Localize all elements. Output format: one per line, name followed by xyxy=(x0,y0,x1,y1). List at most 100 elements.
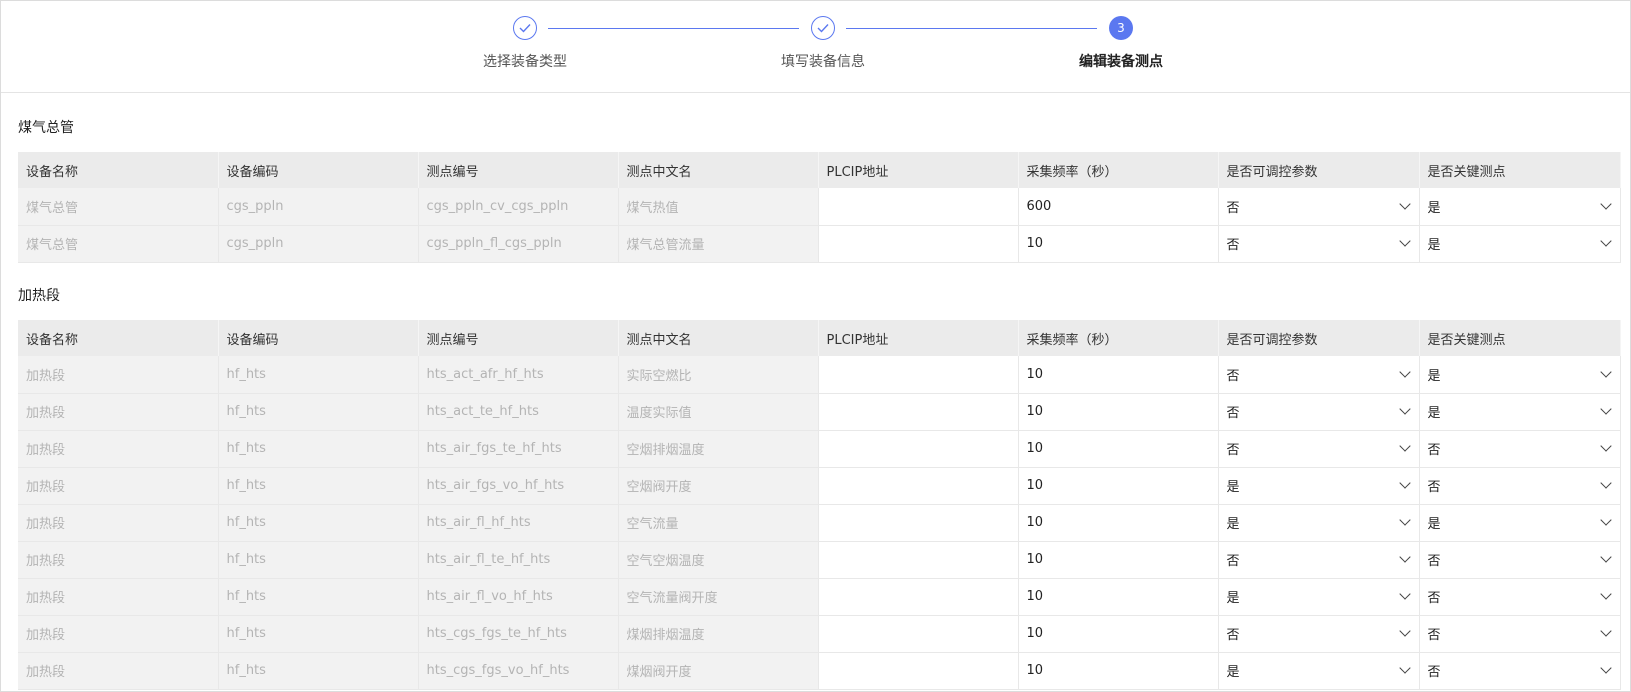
key-point-select[interactable]: 是 xyxy=(1419,393,1621,431)
plcip-input[interactable] xyxy=(818,356,1019,394)
select-control[interactable]: 否 xyxy=(1428,476,1620,495)
adjustable-select[interactable]: 是 xyxy=(1218,504,1420,542)
table-row: 加热段 hf_hts hts_cgs_fgs_te_hf_hts 煤烟排烟温度 10 否 否 xyxy=(18,615,1621,653)
select-value: 否 xyxy=(1226,368,1240,384)
chevron-down-icon[interactable] xyxy=(1599,514,1612,526)
key-point-select[interactable]: 否 xyxy=(1419,467,1621,505)
select-control[interactable]: 否 xyxy=(1227,624,1419,643)
chevron-down-icon[interactable] xyxy=(1398,551,1411,563)
plcip-input[interactable] xyxy=(818,225,1019,263)
select-control[interactable]: 是 xyxy=(1227,661,1419,680)
select-control[interactable]: 否 xyxy=(1227,365,1419,384)
select-control[interactable]: 是 xyxy=(1428,402,1620,421)
frequency-input[interactable]: 10 xyxy=(1018,504,1219,542)
adjustable-select[interactable]: 否 xyxy=(1218,430,1420,468)
select-control[interactable]: 否 xyxy=(1428,624,1620,643)
chevron-down-icon[interactable] xyxy=(1398,235,1411,247)
column-header: PLCIP地址 xyxy=(818,320,1019,356)
adjustable-select[interactable]: 是 xyxy=(1218,578,1420,616)
adjustable-select[interactable]: 是 xyxy=(1218,467,1420,505)
frequency-input[interactable]: 10 xyxy=(1018,356,1219,394)
frequency-input[interactable]: 10 xyxy=(1018,578,1219,616)
select-control[interactable]: 否 xyxy=(1428,439,1620,458)
points-table: 设备名称 设备编码 测点编号 测点中文名 PLCIP地址 采集频率（秒） 是否可调控参数 是否… xyxy=(18,320,1621,690)
frequency-input[interactable]: 10 xyxy=(1018,615,1219,653)
plcip-input[interactable] xyxy=(818,467,1019,505)
frequency-input[interactable]: 10 xyxy=(1018,652,1219,690)
key-point-select[interactable]: 是 xyxy=(1419,356,1621,394)
adjustable-select[interactable]: 是 xyxy=(1218,652,1420,690)
chevron-down-icon[interactable] xyxy=(1398,366,1411,378)
plcip-input[interactable] xyxy=(818,578,1019,616)
key-point-select[interactable]: 否 xyxy=(1419,652,1621,690)
chevron-down-icon[interactable] xyxy=(1599,198,1612,210)
key-point-select[interactable]: 是 xyxy=(1419,504,1621,542)
select-control[interactable]: 否 xyxy=(1227,439,1419,458)
frequency-input[interactable]: 600 xyxy=(1018,188,1219,226)
select-control[interactable]: 是 xyxy=(1227,587,1419,606)
select-control[interactable]: 否 xyxy=(1227,550,1419,569)
select-control[interactable]: 否 xyxy=(1227,197,1419,216)
adjustable-select[interactable]: 否 xyxy=(1218,393,1420,431)
chevron-down-icon[interactable] xyxy=(1599,366,1612,378)
table-row: 加热段 hf_hts hts_act_afr_hf_hts 实际空燃比 10 否 是 xyxy=(18,356,1621,394)
key-point-select[interactable]: 否 xyxy=(1419,430,1621,468)
adjustable-select[interactable]: 否 xyxy=(1218,615,1420,653)
chevron-down-icon[interactable] xyxy=(1398,440,1411,452)
plcip-input[interactable] xyxy=(818,430,1019,468)
plcip-input[interactable] xyxy=(818,504,1019,542)
adjustable-select[interactable]: 否 xyxy=(1218,541,1420,579)
key-point-select[interactable]: 是 xyxy=(1419,225,1621,263)
key-point-select[interactable]: 否 xyxy=(1419,615,1621,653)
adjustable-select[interactable]: 否 xyxy=(1218,356,1420,394)
chevron-down-icon[interactable] xyxy=(1398,198,1411,210)
select-control[interactable]: 否 xyxy=(1227,234,1419,253)
plcip-input[interactable] xyxy=(818,615,1019,653)
adjustable-select[interactable]: 否 xyxy=(1218,188,1420,226)
select-control[interactable]: 是 xyxy=(1428,197,1620,216)
frequency-input[interactable]: 10 xyxy=(1018,467,1219,505)
plcip-input[interactable] xyxy=(818,541,1019,579)
key-point-select[interactable]: 否 xyxy=(1419,541,1621,579)
select-control[interactable]: 否 xyxy=(1428,587,1620,606)
plcip-input[interactable] xyxy=(818,393,1019,431)
chevron-down-icon[interactable] xyxy=(1398,588,1411,600)
table-row: 煤气总管 cgs_ppln cgs_ppln_fl_cgs_ppln 煤气总管流量 10… xyxy=(18,225,1621,263)
chevron-down-icon[interactable] xyxy=(1599,588,1612,600)
device-name-cell: 加热段 xyxy=(18,578,219,616)
select-control[interactable]: 是 xyxy=(1227,476,1419,495)
select-control[interactable]: 否 xyxy=(1227,402,1419,421)
frequency-input[interactable]: 10 xyxy=(1018,430,1219,468)
select-control[interactable]: 是 xyxy=(1227,513,1419,532)
select-control[interactable]: 是 xyxy=(1428,513,1620,532)
chevron-down-icon[interactable] xyxy=(1599,662,1612,674)
step-connector-2 xyxy=(846,28,1097,29)
select-control[interactable]: 是 xyxy=(1428,234,1620,253)
select-control[interactable]: 否 xyxy=(1428,550,1620,569)
adjustable-select[interactable]: 否 xyxy=(1218,225,1420,263)
column-header: 采集频率（秒） xyxy=(1018,320,1219,356)
plcip-input[interactable] xyxy=(818,652,1019,690)
key-point-select[interactable]: 是 xyxy=(1419,188,1621,226)
chevron-down-icon[interactable] xyxy=(1599,477,1612,489)
chevron-down-icon[interactable] xyxy=(1599,625,1612,637)
chevron-down-icon[interactable] xyxy=(1398,477,1411,489)
select-value: 是 xyxy=(1427,517,1441,532)
chevron-down-icon[interactable] xyxy=(1599,551,1612,563)
chevron-down-icon[interactable] xyxy=(1599,403,1612,415)
chevron-down-icon[interactable] xyxy=(1398,514,1411,526)
device-code-cell: hf_hts xyxy=(218,578,419,616)
key-point-select[interactable]: 否 xyxy=(1419,578,1621,616)
chevron-down-icon[interactable] xyxy=(1398,625,1411,637)
plcip-input[interactable] xyxy=(818,188,1019,226)
frequency-input[interactable]: 10 xyxy=(1018,541,1219,579)
chevron-down-icon[interactable] xyxy=(1398,662,1411,674)
chevron-down-icon[interactable] xyxy=(1599,440,1612,452)
chevron-down-icon[interactable] xyxy=(1398,403,1411,415)
point-name-cell: 实际空燃比 xyxy=(618,356,819,394)
frequency-input[interactable]: 10 xyxy=(1018,393,1219,431)
chevron-down-icon[interactable] xyxy=(1599,235,1612,247)
frequency-input[interactable]: 10 xyxy=(1018,225,1219,263)
select-control[interactable]: 否 xyxy=(1428,661,1620,680)
select-control[interactable]: 是 xyxy=(1428,365,1620,384)
